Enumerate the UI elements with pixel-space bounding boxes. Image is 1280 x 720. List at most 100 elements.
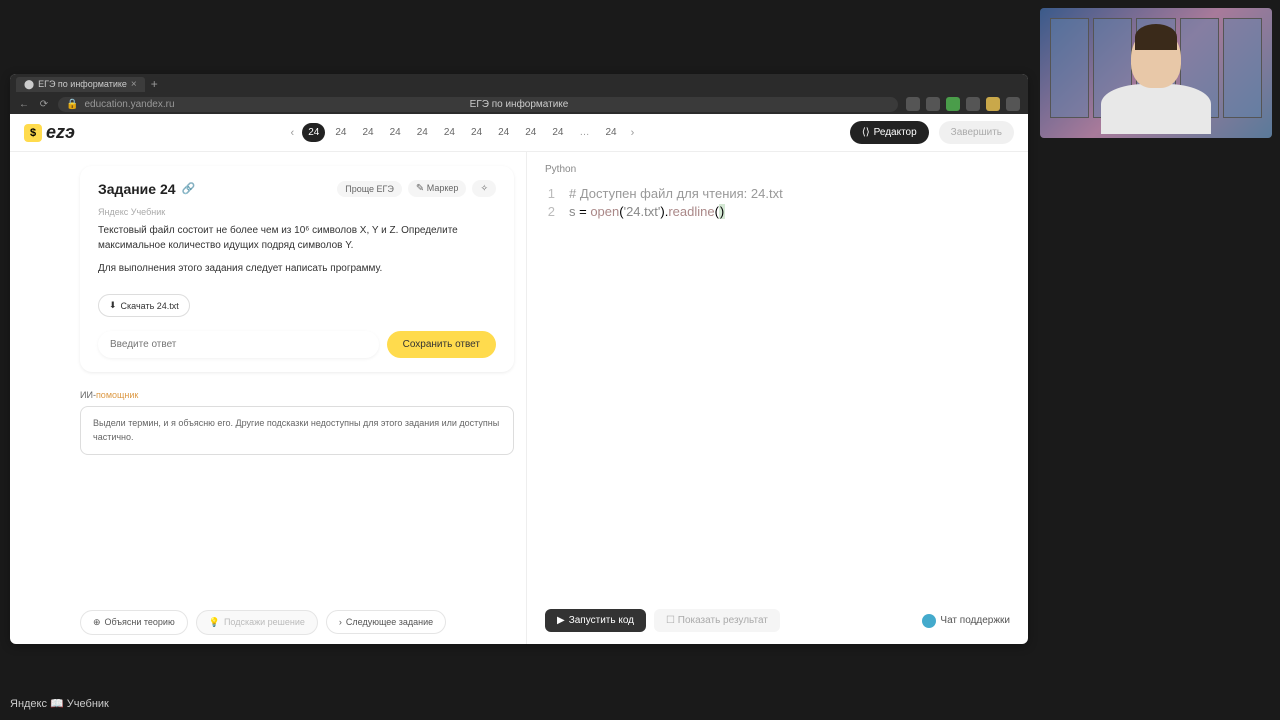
code-panel: Python 1 # Доступен файл для чтения: 24.… [526, 152, 1028, 644]
editor-button-label: Редактор [874, 127, 917, 138]
left-panel: Задание 24 🔗 Проще ЕГЭ ✎ Маркер ✧ Яндекс… [10, 152, 526, 644]
main-area: Задание 24 🔗 Проще ЕГЭ ✎ Маркер ✧ Яндекс… [10, 152, 1028, 644]
line-number: 1 [545, 185, 555, 203]
task-pill-more: … [573, 123, 595, 142]
bulb-icon: 💡 [209, 617, 220, 628]
task-pill[interactable]: 24 [438, 123, 461, 142]
addr-extensions [906, 97, 1020, 111]
ai-helper: ИИ-помощник Выдели термин, и я объясню е… [80, 390, 514, 455]
line-number: 2 [545, 203, 555, 221]
link-icon[interactable]: 🔗 [182, 182, 196, 195]
source-label: Яндекс Учебник [98, 207, 496, 217]
task-title: Задание 24 🔗 [98, 181, 195, 197]
explain-theory-button[interactable]: ⊕ Объясни теорию [80, 610, 188, 635]
task-pill[interactable]: 24 [465, 123, 488, 142]
chat-icon [922, 614, 936, 628]
task-pill[interactable]: 24 [329, 123, 352, 142]
webcam-overlay [1040, 8, 1272, 138]
app-header: $ еzэ ‹ 24 24 24 24 24 24 24 24 24 24 … … [10, 114, 1028, 152]
extension-icon[interactable] [946, 97, 960, 111]
play-icon: ▶ [557, 615, 565, 626]
editor-button[interactable]: ⟨⟩ Редактор [850, 121, 929, 144]
pencil-icon: ✎ [416, 183, 424, 194]
support-chat-button[interactable]: Чат поддержки [922, 614, 1010, 628]
result-icon: ☐ [666, 615, 675, 626]
next-task-label: Следующее задание [346, 617, 433, 627]
answer-input[interactable] [98, 331, 379, 358]
new-tab-button[interactable]: + [151, 77, 158, 91]
task-navigation: ‹ 24 24 24 24 24 24 24 24 24 24 … 24 › [85, 123, 840, 143]
download-button-label: Скачать 24.txt [121, 301, 179, 311]
close-icon[interactable]: × [131, 79, 137, 90]
reload-icon[interactable]: ⟳ [38, 98, 50, 110]
tag-marker-label: Маркер [427, 183, 459, 193]
bottom-bar: ⊕ Объясни теорию 💡 Подскажи решение › Сл… [10, 600, 526, 644]
task-title-text: Задание 24 [98, 181, 176, 197]
url-text: education.yandex.ru [84, 99, 174, 110]
code-text: s = open('24.txt').readline() [569, 203, 725, 221]
run-code-button[interactable]: ▶ Запустить код [545, 609, 646, 632]
tag-extra-icon[interactable]: ✧ [472, 180, 496, 197]
browser-window: ⬤ ЕГЭ по информатике × + ← ⟳ 🔒 education… [10, 74, 1028, 644]
code-editor[interactable]: 1 # Доступен файл для чтения: 24.txt 2 s… [545, 185, 1010, 221]
save-answer-button[interactable]: Сохранить ответ [387, 331, 496, 358]
task-pill[interactable]: 24 [384, 123, 407, 142]
task-header: Задание 24 🔗 Проще ЕГЭ ✎ Маркер ✧ [98, 180, 496, 197]
address-bar: ← ⟳ 🔒 education.yandex.ru ЕГЭ по информа… [10, 94, 1028, 114]
book-icon: ⊕ [93, 617, 101, 628]
tab-strip: ⬤ ЕГЭ по информатике × + [10, 74, 1028, 94]
presenter [1101, 28, 1211, 138]
code-icon: ⟨⟩ [862, 127, 870, 138]
finish-button[interactable]: Завершить [939, 121, 1014, 144]
download-button[interactable]: ⬇ Скачать 24.txt [98, 294, 190, 317]
task-pill[interactable]: 24 [356, 123, 379, 142]
task-pill[interactable]: 24 [599, 123, 622, 142]
hint-button: 💡 Подскажи решение [196, 610, 318, 635]
code-line: 1 # Доступен файл для чтения: 24.txt [545, 185, 1010, 203]
task-body: Текстовый файл состоит не более чем из 1… [98, 223, 496, 276]
next-task-button[interactable]: › Следующее задание [326, 610, 446, 634]
task-pill-active[interactable]: 24 [302, 123, 325, 142]
run-code-label: Запустить код [569, 615, 634, 626]
extension-icon[interactable] [986, 97, 1000, 111]
answer-row: Сохранить ответ [98, 331, 496, 358]
ai-label-suffix: помощник [96, 390, 138, 400]
support-chat-label: Чат поддержки [940, 615, 1010, 626]
bookmark-icon[interactable] [906, 97, 920, 111]
tag-source[interactable]: Проще ЕГЭ [337, 181, 402, 197]
page-title: ЕГЭ по информатике [470, 99, 569, 110]
nav-prev-icon[interactable]: ‹ [287, 123, 299, 143]
browser-tab[interactable]: ⬤ ЕГЭ по информатике × [16, 77, 145, 92]
download-icon: ⬇ [109, 300, 117, 311]
profile-icon[interactable] [966, 97, 980, 111]
task-card: Задание 24 🔗 Проще ЕГЭ ✎ Маркер ✧ Яндекс… [80, 166, 514, 372]
tab-title: ЕГЭ по информатике [38, 79, 127, 89]
task-tags: Проще ЕГЭ ✎ Маркер ✧ [337, 180, 496, 197]
lock-icon: 🔒 [66, 99, 78, 110]
show-result-button: ☐ Показать результат [654, 609, 780, 632]
logo[interactable]: $ еzэ [24, 122, 75, 143]
tab-favicon: ⬤ [24, 79, 34, 90]
ai-hint-box: Выдели термин, и я объясню его. Другие п… [80, 406, 514, 455]
chevron-right-icon: › [339, 617, 342, 627]
webcam-background [1040, 8, 1272, 138]
task-pill[interactable]: 24 [492, 123, 515, 142]
task-pill[interactable]: 24 [546, 123, 569, 142]
footer-brand: Яндекс 📖 Учебник [10, 697, 109, 710]
code-line: 2 s = open('24.txt').readline() [545, 203, 1010, 221]
back-icon[interactable]: ← [18, 98, 30, 110]
code-comment: # Доступен файл для чтения: 24.txt [569, 185, 783, 203]
menu-icon[interactable] [926, 97, 940, 111]
tag-marker[interactable]: ✎ Маркер [408, 180, 467, 197]
show-result-label: Показать результат [678, 615, 768, 626]
task-pill[interactable]: 24 [519, 123, 542, 142]
nav-next-icon[interactable]: › [627, 123, 639, 143]
download-icon[interactable] [1006, 97, 1020, 111]
explain-theory-label: Объясни теорию [105, 617, 175, 627]
logo-text: еzэ [46, 122, 75, 143]
language-label: Python [545, 164, 1010, 175]
task-text-2: Для выполнения этого задания следует нап… [98, 261, 496, 276]
task-text-1: Текстовый файл состоит не более чем из 1… [98, 223, 496, 253]
ai-label-prefix: ИИ- [80, 390, 96, 400]
task-pill[interactable]: 24 [411, 123, 434, 142]
